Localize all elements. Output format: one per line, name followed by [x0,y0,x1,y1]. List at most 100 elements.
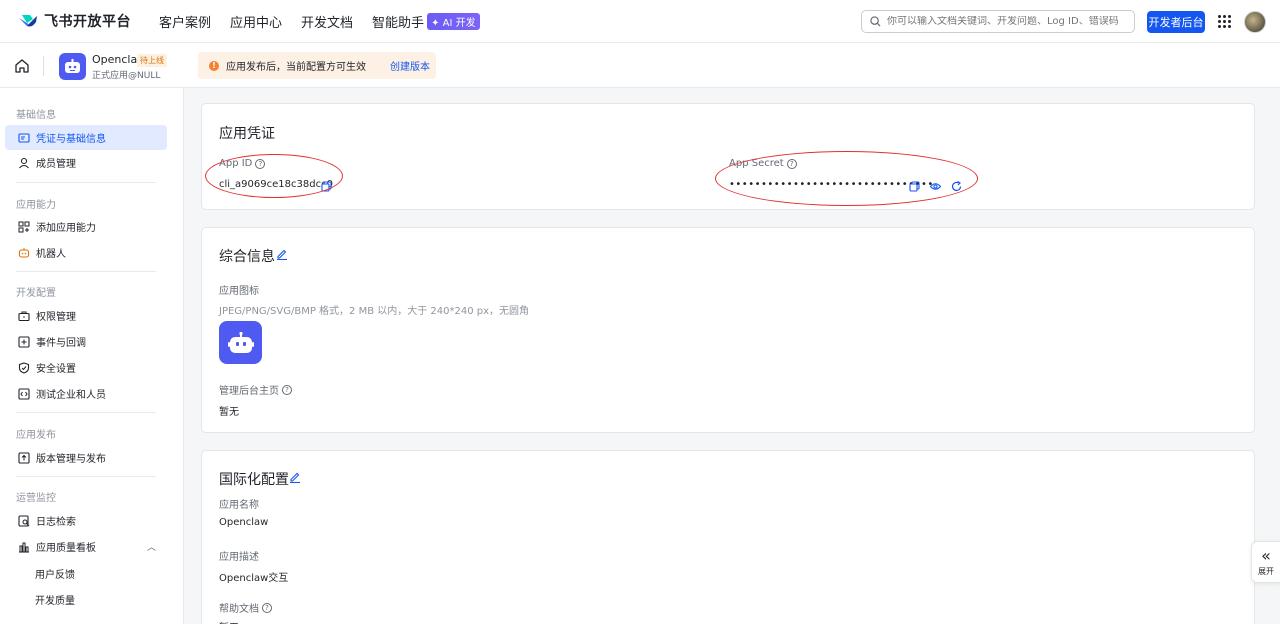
sidebar-item-permissions[interactable]: 权限管理 [5,303,167,328]
developer-console-button[interactable]: 开发者后台 [1147,11,1205,33]
sidebar-item-add-ability[interactable]: 添加应用能力 [5,214,167,239]
nav-dev-docs[interactable]: 开发文档 [301,12,353,31]
admin-home-value: 暂无 [219,407,239,418]
app-id-label-text: App ID [219,158,253,169]
sidebar-item-label: 权限管理 [36,312,76,323]
app-robot-icon [59,53,86,80]
sidebar-item-label: 机器人 [36,249,66,260]
sidebar-item-test-org[interactable]: 测试企业和人员 [5,381,167,406]
double-chevron-left-icon: « [1261,545,1271,565]
sidebar-item-label: 添加应用能力 [36,223,96,234]
help-icon[interactable]: ? [255,158,266,169]
app-desc-label: 应用描述 [219,552,259,563]
credentials-card: 应用凭证 App ID ? cli_a9069ce18c38dcc0 App S… [201,103,1255,210]
sidebar-item-credentials[interactable]: 凭证与基础信息 [5,125,167,150]
search-icon [870,16,881,27]
add-ability-icon [18,221,30,233]
user-avatar[interactable] [1244,11,1266,33]
notice-text: 应用发布后，当前配置方可生效 [226,62,366,73]
help-doc-label-text: 帮助文档 [219,604,259,615]
app-name-label: 应用名称 [219,500,259,511]
sidebar-group-ops: 运营监控 [16,493,56,504]
upload-box-icon [18,451,30,464]
app-icon-hint: JPEG/PNG/SVG/BMP 格式，2 MB 以内，大于 240*240 p… [219,306,530,317]
copy-icon[interactable] [909,181,920,192]
copy-icon[interactable] [321,181,332,192]
user-icon [18,157,30,169]
admin-home-label-text: 管理后台主页 [219,386,279,397]
help-icon[interactable]: ? [786,158,797,169]
general-info-card: 综合信息 应用图标 JPEG/PNG/SVG/BMP 格式，2 MB 以内，大于… [201,227,1255,433]
app-secret-label: App Secret ? [729,158,797,169]
sidebar-item-label: 版本管理与发布 [36,454,106,465]
brand-logo[interactable]: 飞书开放平台 [18,11,131,31]
sidebar-divider [16,182,156,183]
app-icon-label: 应用图标 [219,286,259,297]
event-icon [18,335,30,348]
sidebar-item-logs[interactable]: 日志检索 [5,508,167,533]
sidebar-item-versions[interactable]: 版本管理与发布 [5,445,167,470]
header-divider [43,56,44,76]
sidebar: 基础信息 凭证与基础信息 成员管理 应用能力 添加应用能力 机器人 开发配置 权… [0,88,184,624]
sidebar-subitem-dev-quality[interactable]: 开发质量 [35,592,75,607]
help-icon[interactable]: ? [262,602,272,613]
app-id-value: cli_a9069ce18c38dcc0 [219,179,333,190]
sidebar-divider [16,412,156,413]
sidebar-item-security[interactable]: 安全设置 [5,355,167,380]
app-icon-preview[interactable] [219,321,262,364]
sidebar-item-bot[interactable]: 机器人 [5,240,167,265]
sidebar-subitem-feedback[interactable]: 用户反馈 [35,566,75,581]
i18n-title: 国际化配置 [219,472,289,488]
credential-card-icon [18,132,30,144]
publish-notice: ! 应用发布后，当前配置方可生效 创建版本 [198,52,436,79]
sidebar-item-label: 事件与回调 [36,338,86,349]
refresh-icon[interactable] [951,181,962,192]
briefcase-icon [18,310,30,322]
nav-smart-assistant[interactable]: 智能助手 ✦ AI 开发 [372,12,480,31]
sidebar-item-quality[interactable]: 应用质量看板 [5,534,167,559]
app-status-badge: 待上线 [137,54,167,67]
expand-label: 展开 [1258,566,1274,576]
app-subtitle: 正式应用@NULL [92,71,161,81]
nav-customer-cases[interactable]: 客户案例 [159,12,211,31]
edit-icon[interactable] [276,248,288,260]
app-id-label: App ID ? [219,158,266,169]
sidebar-item-label: 凭证与基础信息 [36,134,106,145]
nav-smart-assistant-label: 智能助手 [372,15,425,31]
feishu-logo-icon [19,15,37,27]
edit-icon[interactable] [289,471,301,483]
sidebar-divider [16,271,156,272]
sidebar-group-release: 应用发布 [16,430,56,441]
sidebar-group-basic: 基础信息 [16,110,56,121]
sidebar-item-label: 测试企业和人员 [36,390,106,401]
warning-icon: ! [209,60,219,71]
help-icon[interactable]: ? [282,384,292,395]
sidebar-item-members[interactable]: 成员管理 [5,150,167,175]
shield-icon [18,361,30,374]
brand-name: 飞书开放平台 [44,14,131,30]
search-box[interactable] [861,10,1135,33]
sidebar-item-label: 应用质量看板 [36,543,96,554]
sidebar-item-events[interactable]: 事件与回调 [5,329,167,354]
app-name-value: Openclaw [219,517,269,528]
create-version-link[interactable]: 创建版本 [390,58,430,73]
app-grid-icon[interactable] [1218,15,1231,28]
nav-app-center[interactable]: 应用中心 [230,12,282,31]
credentials-title: 应用凭证 [219,126,275,142]
log-search-icon [18,514,30,527]
general-info-title: 综合信息 [219,249,275,265]
app-desc-value: Openclaw交互 [219,573,289,584]
sidebar-divider [16,476,156,477]
eye-icon[interactable] [930,181,941,192]
chevron-up-icon[interactable]: ︿ [147,540,156,553]
sidebar-item-label: 成员管理 [36,159,76,170]
sidebar-group-ability: 应用能力 [16,200,56,211]
search-input[interactable] [887,16,1127,27]
top-navbar: 飞书开放平台 客户案例 应用中心 开发文档 智能助手 ✦ AI 开发 开发者后台 [0,0,1280,43]
admin-home-label: 管理后台主页 ? [219,382,292,397]
sidebar-group-dev: 开发配置 [16,288,56,299]
i18n-card: 国际化配置 应用名称 Openclaw 应用描述 Openclaw交互 帮助文档… [201,450,1255,624]
home-icon[interactable] [14,58,30,74]
app-secret-masked: •••••••••••••••••••••••••••••••• [729,179,934,190]
expand-panel-button[interactable]: « 展开 [1251,541,1280,583]
